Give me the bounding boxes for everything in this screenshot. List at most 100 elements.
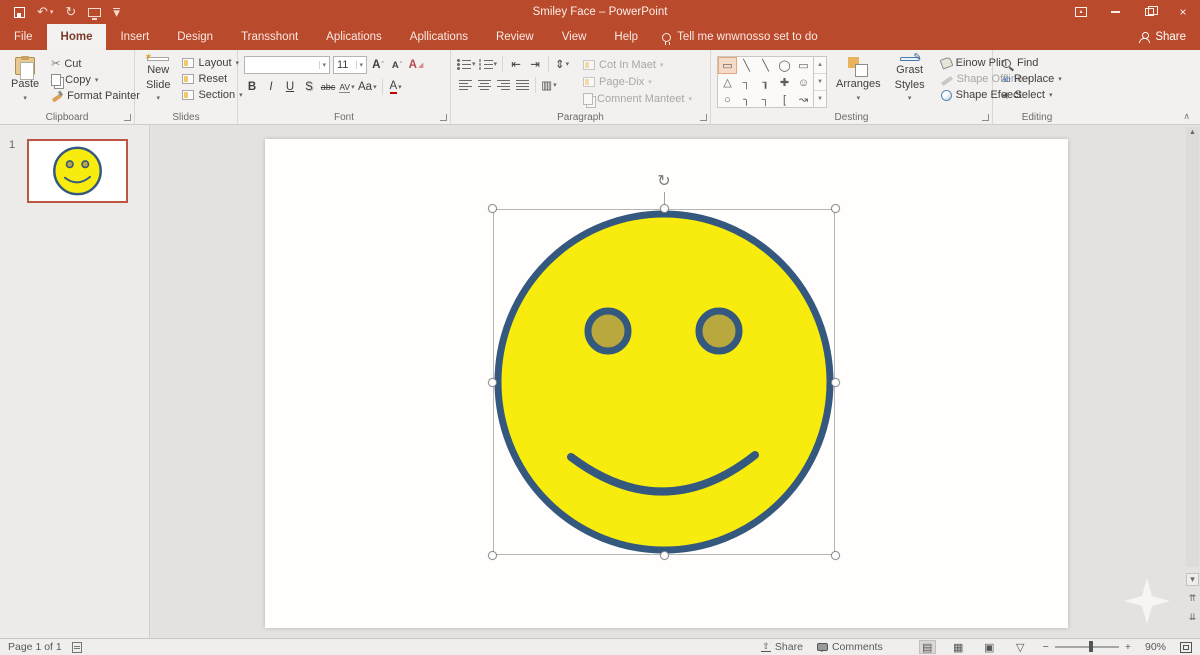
slide-thumbnail-1[interactable] (27, 139, 128, 203)
cut-button[interactable]: ✂ Cut (48, 56, 143, 71)
collapse-ribbon-icon[interactable]: ∧ (1183, 111, 1190, 122)
minimize-icon[interactable] (1098, 0, 1132, 24)
font-dialog-launcher-icon[interactable] (440, 114, 447, 121)
zoom-in-icon[interactable]: + (1125, 641, 1131, 653)
find-button[interactable]: Find (999, 56, 1065, 70)
numbering-button[interactable]: ▾ (479, 56, 498, 72)
vertical-scrollbar[interactable]: ▲ (1186, 127, 1199, 567)
decrease-indent-button[interactable]: ⇤ (508, 56, 524, 72)
replace-button[interactable]: ab Replace ▾ (999, 72, 1065, 86)
tab-help[interactable]: Help (600, 24, 652, 50)
smiley-face-shape[interactable] (493, 209, 835, 555)
font-name-combobox[interactable]: ▾ (244, 56, 330, 74)
redo-icon[interactable]: ↻ (65, 4, 76, 20)
tab-design[interactable]: Design (163, 24, 227, 50)
new-slide-button[interactable]: New Slide ▾ (141, 54, 175, 108)
tab-slideshow[interactable]: Apllications (396, 24, 482, 50)
quick-styles-button[interactable]: Grast Styles ▾ (890, 54, 930, 108)
shape-textbox-icon[interactable]: ▭ (718, 57, 737, 74)
previous-slide-icon[interactable]: ⇈ (1186, 592, 1199, 605)
shape-curve-icon[interactable]: ╮ (737, 91, 756, 108)
tab-animations[interactable]: Aplications (312, 24, 396, 50)
selection-handle-se[interactable] (831, 551, 840, 560)
font-size-combobox[interactable]: 11 ▾ (333, 56, 367, 74)
tab-transitions[interactable]: Transshont (227, 24, 312, 50)
shape-rectangle-icon[interactable]: ▭ (794, 57, 813, 74)
comments-button[interactable]: Comments (817, 641, 883, 653)
text-shadow-button[interactable]: S (301, 79, 317, 95)
select-button[interactable]: ➤ Select ▾ (999, 88, 1065, 102)
zoom-slider[interactable] (1055, 646, 1119, 648)
ribbon-display-options-icon[interactable]: ▴ (1064, 0, 1098, 24)
selected-shape-region[interactable]: ↻ (493, 209, 835, 555)
share-button-status[interactable]: ⇧ Share (761, 641, 803, 653)
align-right-button[interactable] (495, 77, 511, 93)
tab-home[interactable]: Home (47, 24, 107, 50)
close-icon[interactable]: × (1166, 0, 1200, 24)
line-spacing-button[interactable]: ⇕▾ (554, 56, 570, 72)
shape-cross-icon[interactable]: ✚ (775, 74, 794, 91)
shape-action-arrow-icon[interactable]: ↝ (794, 91, 813, 108)
zoom-out-icon[interactable]: − (1043, 641, 1049, 653)
increase-indent-button[interactable]: ⇥ (527, 56, 543, 72)
scrollbar-menu-icon[interactable]: ▾ (1186, 573, 1199, 586)
clipboard-dialog-launcher-icon[interactable] (124, 114, 131, 121)
shape-line-icon[interactable]: ╲ (737, 57, 756, 74)
tab-view[interactable]: View (548, 24, 601, 50)
zoom-level[interactable]: 90% (1145, 641, 1166, 653)
shape-elbow-connector-icon[interactable]: ┐ (737, 74, 756, 91)
drawing-dialog-launcher-icon[interactable] (982, 114, 989, 121)
shape-elbow-arrow-icon[interactable]: ┒ (756, 74, 775, 91)
restore-icon[interactable] (1132, 0, 1166, 24)
reset-button[interactable]: Reset (179, 72, 245, 86)
shape-smiley-icon[interactable]: ☺ (794, 74, 813, 91)
paragraph-dialog-launcher-icon[interactable] (700, 114, 707, 121)
section-button[interactable]: Section ▾ (179, 88, 245, 102)
zoom-slider-thumb[interactable] (1089, 641, 1093, 652)
selection-handle-w[interactable] (488, 378, 497, 387)
selection-handle-s[interactable] (660, 551, 669, 560)
align-center-button[interactable] (476, 77, 492, 93)
slide-sorter-view-icon[interactable]: ▦ (950, 640, 967, 654)
shapes-more-icon[interactable]: ▼ (814, 91, 826, 107)
shape-oval-icon[interactable]: ◯ (775, 57, 794, 74)
reading-view-icon[interactable]: ▣ (981, 640, 998, 654)
normal-view-icon[interactable]: ▤ (919, 640, 936, 654)
grow-font-button[interactable]: Aˆ (370, 57, 386, 73)
shape-circle-icon[interactable]: ○ (718, 91, 737, 108)
clear-formatting-button[interactable]: A◢ (408, 57, 424, 73)
fit-to-window-icon[interactable] (1180, 642, 1192, 653)
strikethrough-button[interactable]: abc (320, 79, 336, 95)
change-case-button[interactable]: Aa▾ (358, 79, 377, 95)
slide-canvas[interactable]: ↻ (265, 139, 1068, 628)
customize-qat-icon[interactable]: ▾ (113, 8, 120, 16)
text-direction-button[interactable]: Cot In Maet ▾ (580, 58, 695, 72)
tab-insert[interactable]: Insert (106, 24, 163, 50)
selection-handle-nw[interactable] (488, 204, 497, 213)
align-text-button[interactable]: Page-Dix ▾ (580, 75, 695, 89)
columns-button[interactable]: ▥▾ (541, 77, 557, 93)
underline-button[interactable]: U (282, 79, 298, 95)
tab-review[interactable]: Review (482, 24, 548, 50)
bullets-button[interactable]: ▾ (457, 56, 476, 72)
tell-me-box[interactable]: Tell me wnwnosso set to do (662, 24, 818, 50)
layout-button[interactable]: Layout ▾ (179, 56, 245, 70)
format-painter-button[interactable]: Format Painter (48, 89, 143, 103)
align-left-button[interactable] (457, 77, 473, 93)
paste-button[interactable]: Paste ▾ (6, 54, 44, 108)
shapes-scroll-up-icon[interactable]: ▲ (814, 57, 826, 74)
shape-elbow2-icon[interactable]: ┐ (756, 91, 775, 108)
selection-handle-n[interactable] (660, 204, 669, 213)
share-button-top[interactable]: Share (1139, 24, 1186, 50)
arrange-button[interactable]: Arranges ▾ (831, 54, 886, 108)
italic-button[interactable]: I (263, 79, 279, 95)
shape-bracket-icon[interactable]: [ (775, 91, 794, 108)
justify-button[interactable] (514, 77, 530, 93)
shape-triangle-icon[interactable]: △ (718, 74, 737, 91)
selection-handle-e[interactable] (831, 378, 840, 387)
notes-page-icon[interactable] (72, 642, 82, 653)
selection-handle-sw[interactable] (488, 551, 497, 560)
bold-button[interactable]: B (244, 79, 260, 95)
slideshow-view-icon[interactable]: ▽ (1012, 640, 1029, 654)
character-spacing-button[interactable]: AV▾ (339, 79, 355, 95)
